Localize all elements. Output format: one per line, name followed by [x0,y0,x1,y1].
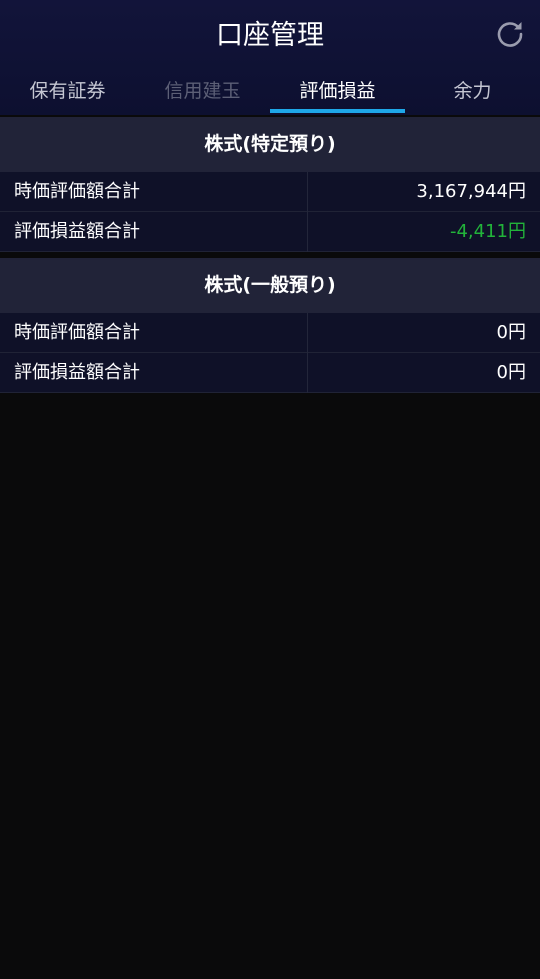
tab-holdings[interactable]: 保有証券 [0,70,135,115]
tab-valuation-pnl[interactable]: 評価損益 [270,70,405,115]
row-divider [307,212,308,252]
refresh-icon[interactable] [494,18,526,50]
row-label: 時価評価額合計 [14,322,140,343]
app-root: 口座管理 保有証券 信用建玉 評価損益 余力 株式(特定預り) 時価評価額合計 … [0,0,540,979]
row-divider [307,353,308,393]
row-value: -4,411円 [449,221,526,242]
section-header-general-account: 株式(一般預り) [0,258,540,313]
section-header-specific-account: 株式(特定預り) [0,117,540,172]
tab-buying-power[interactable]: 余力 [405,70,540,115]
page-title: 口座管理 [216,20,324,51]
tab-bar: 保有証券 信用建玉 評価損益 余力 [0,70,540,115]
table-row: 評価損益額合計 0円 [0,353,540,393]
tab-margin-positions[interactable]: 信用建玉 [135,70,270,115]
table-row: 時価評価額合計 3,167,944円 [0,172,540,212]
row-value: 0円 [496,322,526,343]
row-divider [307,313,308,353]
table-row: 評価損益額合計 -4,411円 [0,212,540,252]
table-row: 時価評価額合計 0円 [0,313,540,353]
row-label: 時価評価額合計 [14,181,140,202]
row-value: 3,167,944円 [416,181,526,202]
row-value: 0円 [496,362,526,383]
row-label: 評価損益額合計 [14,362,140,383]
row-label: 評価損益額合計 [14,221,140,242]
row-divider [307,172,308,212]
app-header: 口座管理 保有証券 信用建玉 評価損益 余力 [0,0,540,115]
